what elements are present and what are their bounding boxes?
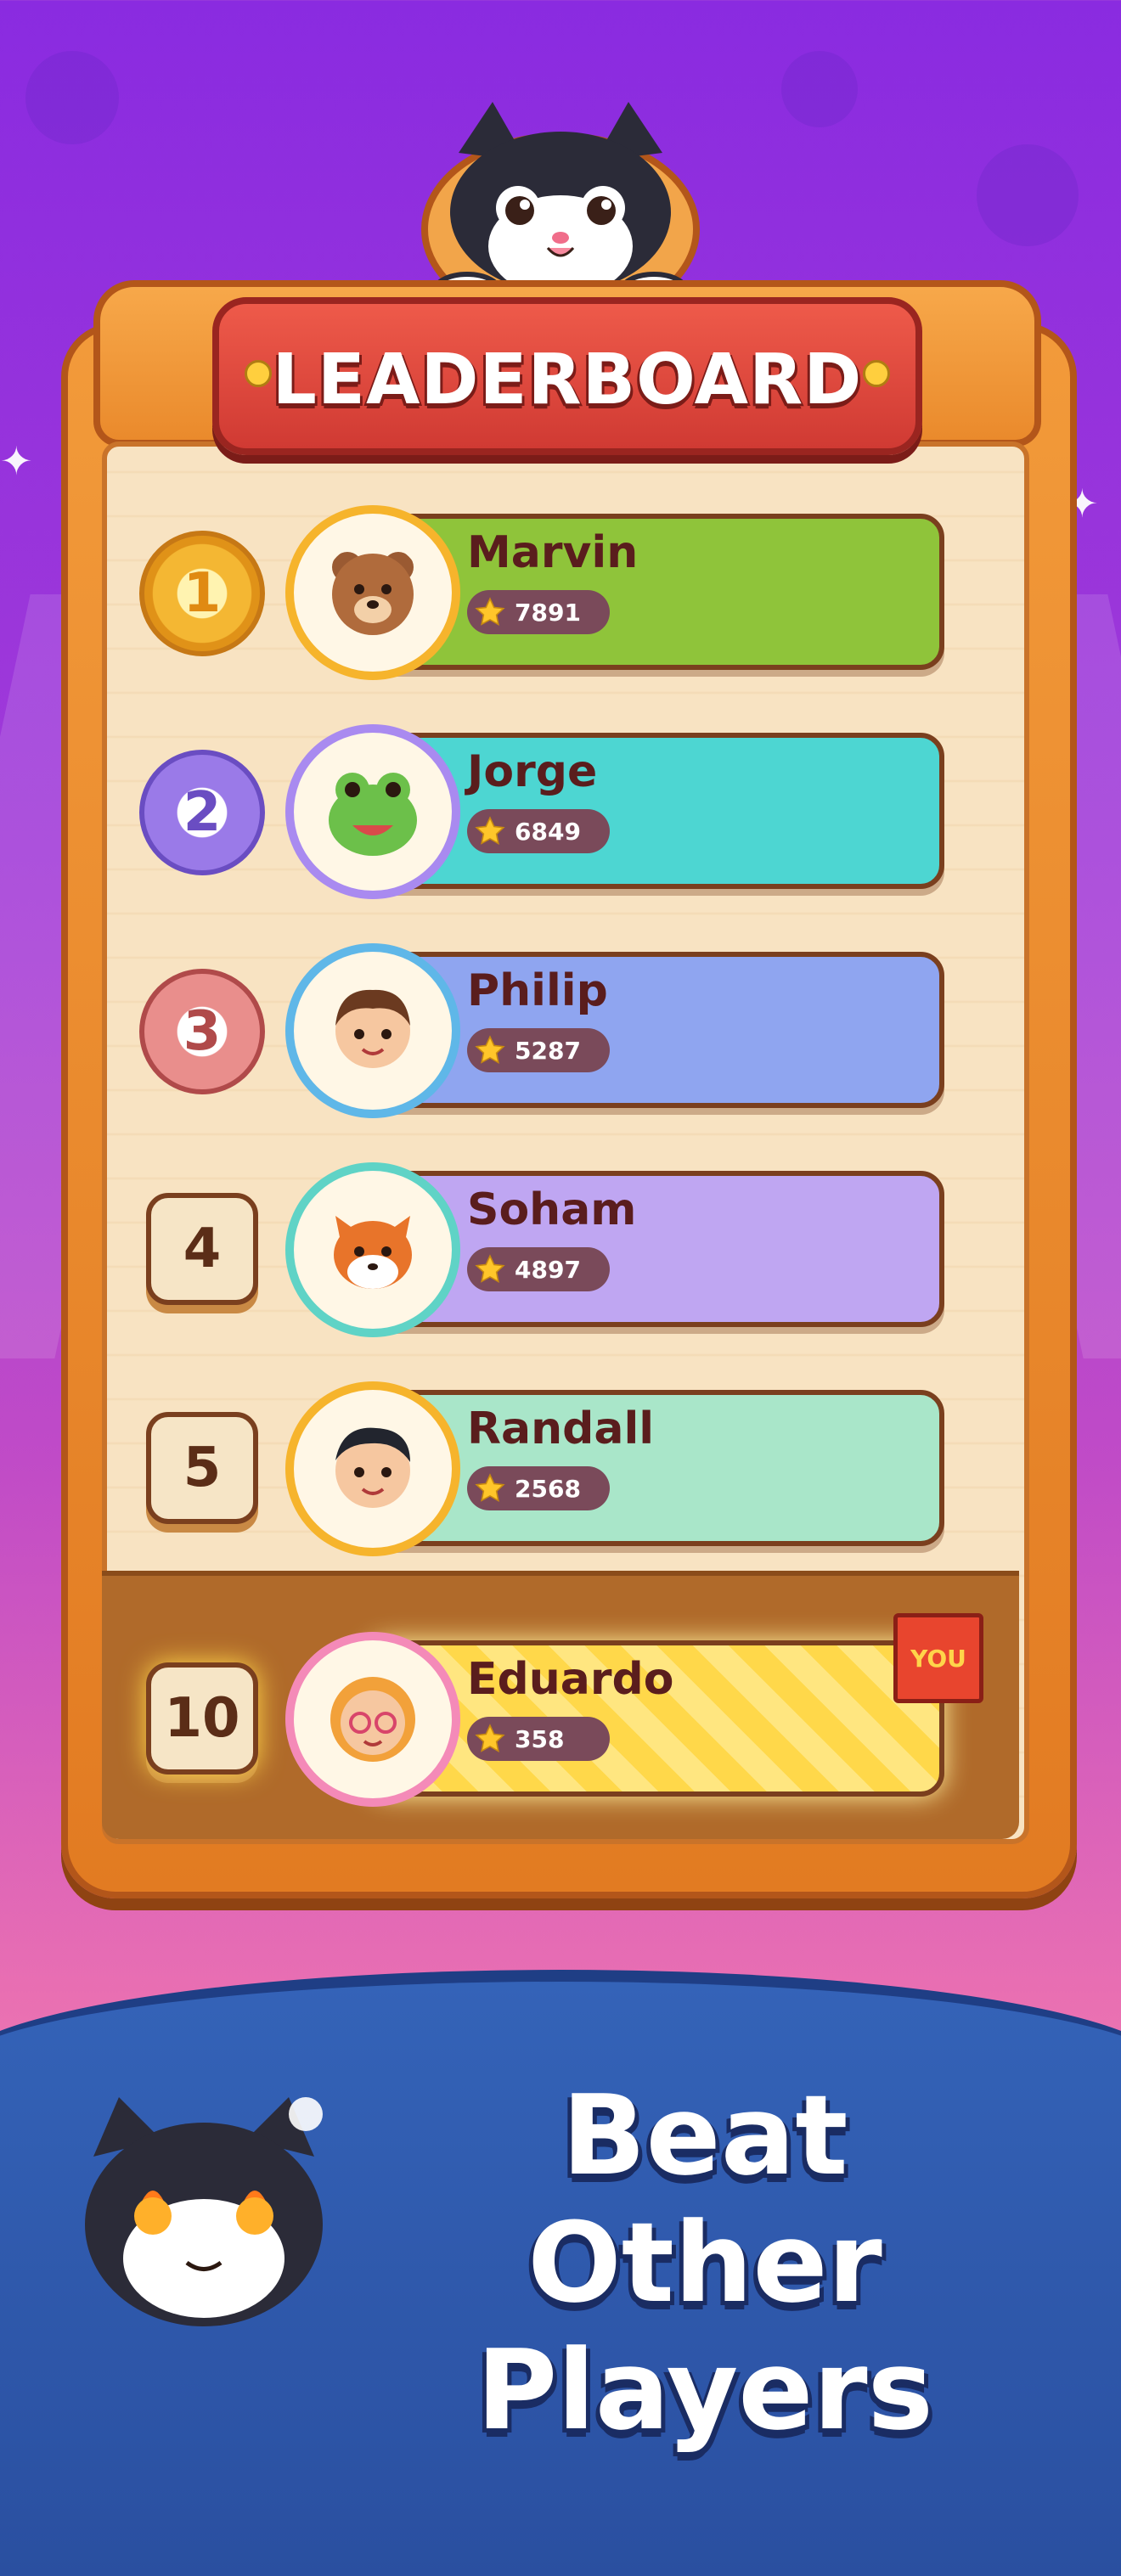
star-icon — [475, 1254, 505, 1283]
star-icon — [475, 1724, 505, 1752]
avatar — [285, 724, 460, 899]
player-name: Eduardo — [467, 1654, 674, 1705]
rank-number: 2 — [183, 781, 222, 844]
leaderboard-row[interactable]: 1 Marvin 7891 — [136, 505, 968, 680]
page-title: LEADERBOARD — [272, 340, 863, 420]
fox-avatar-icon — [334, 1216, 412, 1289]
red-medal-badge: 3 — [139, 969, 265, 1094]
angry-cat-mascot — [85, 2097, 323, 2326]
rank-box: 4 — [146, 1193, 258, 1305]
score-value: 6849 — [515, 817, 581, 846]
leaderboard-row[interactable]: 3 Philip 5287 — [136, 943, 968, 1118]
purple-medal-badge: 2 — [139, 750, 265, 875]
player-name: Philip — [467, 965, 608, 1016]
promo-line-1: Beat — [561, 2071, 848, 2200]
score-pill: 358 — [467, 1717, 610, 1761]
promo-headline: Beat Other Players — [323, 2072, 1087, 2454]
score-pill: 7891 — [467, 590, 610, 634]
leaderboard-row[interactable]: 2 Jorge 6849 — [136, 724, 968, 899]
paw-decoration — [977, 144, 1079, 246]
paw-decoration — [25, 51, 119, 144]
avatar — [285, 1162, 460, 1337]
girl-avatar-icon — [330, 1677, 415, 1762]
rank-box: 5 — [146, 1412, 258, 1524]
avatar — [285, 943, 460, 1118]
rank-number: 10 — [164, 1687, 240, 1750]
gold-medal-badge: 1 — [139, 531, 265, 656]
cat-mascot — [421, 102, 700, 306]
avatar — [285, 1632, 460, 1807]
star-icon — [475, 1035, 505, 1064]
you-badge: YOU — [893, 1613, 983, 1703]
score-pill: 6849 — [467, 809, 610, 853]
player-name: Jorge — [467, 746, 598, 797]
avatar — [285, 1381, 460, 1556]
rank-number: 3 — [183, 1000, 222, 1063]
score-value: 358 — [515, 1724, 565, 1753]
boy-avatar-icon — [335, 989, 410, 1068]
paw-decoration — [781, 51, 858, 127]
score-value: 2568 — [515, 1474, 581, 1503]
avatar — [285, 505, 460, 680]
star-icon — [475, 1473, 505, 1502]
frog-avatar-icon — [329, 773, 417, 856]
rank-box: 10 — [146, 1662, 258, 1775]
player-name: Randall — [467, 1403, 655, 1454]
star-icon — [475, 816, 505, 845]
rank-number: 5 — [183, 1437, 222, 1499]
player-name: Soham — [467, 1184, 637, 1235]
star-icon — [475, 597, 505, 626]
rank-number: 4 — [183, 1218, 222, 1280]
score-value: 7891 — [515, 598, 581, 627]
score-pill: 4897 — [467, 1247, 610, 1291]
score-pill: 5287 — [467, 1028, 610, 1072]
player-name: Marvin — [467, 527, 639, 578]
rank-number: 1 — [183, 562, 222, 625]
leaderboard-row[interactable]: 4 Soham 4897 — [136, 1162, 968, 1337]
current-player-row[interactable]: 10 Eduardo 358 — [136, 1632, 968, 1807]
title-ribbon: LEADERBOARD — [212, 297, 922, 455]
leaderboard-row[interactable]: 5 Randall 2568 — [136, 1381, 968, 1556]
bear-avatar-icon — [332, 552, 414, 635]
sparkle-icon: ✦ — [0, 438, 33, 484]
boy-avatar-icon — [335, 1427, 410, 1508]
score-value: 5287 — [515, 1036, 581, 1065]
score-pill: 2568 — [467, 1466, 610, 1510]
score-value: 4897 — [515, 1255, 581, 1284]
promo-line-2: Other Players — [476, 2198, 933, 2455]
